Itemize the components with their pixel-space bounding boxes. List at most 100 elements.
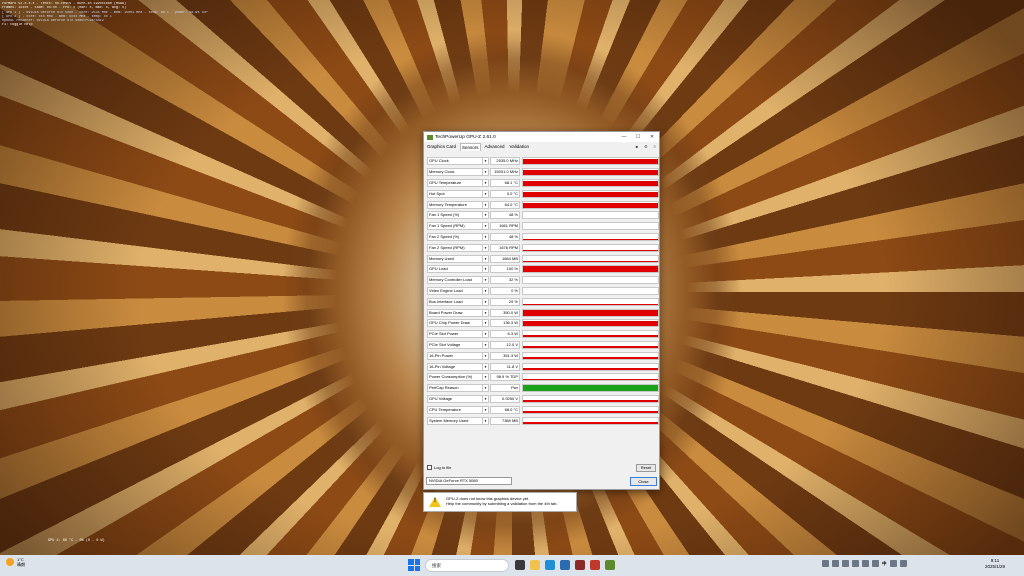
sensor-label[interactable]: Memory Clock — [427, 168, 483, 177]
volume-icon[interactable] — [899, 560, 907, 567]
maximize-button[interactable]: ☐ — [631, 134, 645, 140]
sensor-label[interactable]: PerfCap Reason — [427, 384, 483, 393]
sensor-value: 1676 RPM — [490, 243, 520, 252]
sensor-label[interactable]: PCIe Slot Voltage — [427, 340, 483, 349]
chevron-down-icon[interactable]: ▼ — [483, 384, 489, 393]
chevron-down-icon[interactable]: ▼ — [483, 351, 489, 360]
app-icon[interactable] — [575, 560, 585, 570]
title-bar[interactable]: TechPowerUp GPU-Z 2.61.0 — ☐ ✕ — [424, 132, 659, 142]
tray-icon[interactable] — [822, 560, 829, 567]
sensor-row: CPU Temperature ▼ 68.0 °C — [427, 404, 659, 415]
sensor-value: 64.0 °C — [490, 200, 520, 209]
taskbar-search[interactable]: 搜索 — [425, 559, 509, 572]
ime-indicator[interactable]: 中 — [882, 561, 887, 567]
sensor-label[interactable]: Fan 2 Speed (RPM) — [427, 243, 483, 252]
tray-icon[interactable] — [872, 560, 879, 567]
chevron-down-icon[interactable]: ▼ — [483, 405, 489, 414]
chevron-down-icon[interactable]: ▼ — [483, 243, 489, 252]
chevron-down-icon[interactable]: ▼ — [483, 200, 489, 209]
start-button[interactable] — [408, 559, 420, 571]
window-title: TechPowerUp GPU-Z 2.61.0 — [435, 134, 496, 140]
chevron-down-icon[interactable]: ▼ — [483, 168, 489, 177]
network-icon[interactable] — [889, 560, 897, 567]
sensor-graph — [522, 211, 659, 220]
chevron-down-icon[interactable]: ▼ — [483, 416, 489, 425]
sensor-label[interactable]: Hot Spot — [427, 189, 483, 198]
menu-icon[interactable]: ≡ — [654, 144, 656, 149]
close-window-button[interactable]: ✕ — [645, 134, 659, 140]
chevron-down-icon[interactable]: ▼ — [483, 373, 489, 382]
gpuz-taskbar-icon[interactable] — [605, 560, 615, 570]
sensor-label[interactable]: Video Engine Load — [427, 286, 483, 295]
chevron-down-icon[interactable]: ▼ — [483, 340, 489, 349]
sensor-label[interactable]: GPU Temperature — [427, 178, 483, 187]
sensor-label[interactable]: Bus Interface Load — [427, 297, 483, 306]
store-icon[interactable] — [560, 560, 570, 570]
sensor-label[interactable]: Fan 2 Speed (%) — [427, 232, 483, 241]
sensor-label[interactable]: Memory Temperature — [427, 200, 483, 209]
minimize-button[interactable]: — — [617, 134, 631, 140]
tray-icon[interactable] — [842, 560, 849, 567]
chevron-down-icon[interactable]: ▼ — [483, 330, 489, 339]
sensor-label[interactable]: Memory Controller Load — [427, 276, 483, 285]
sensor-label[interactable]: Fan 1 Speed (%) — [427, 211, 483, 220]
clock[interactable]: 9:11 2025/1/29 — [985, 558, 1005, 570]
chevron-down-icon[interactable]: ▼ — [483, 265, 489, 274]
tab-sensors[interactable]: Sensors — [460, 142, 481, 151]
tray-icon[interactable] — [862, 560, 869, 567]
chevron-down-icon[interactable]: ▼ — [483, 308, 489, 317]
sensor-label[interactable]: Fan 1 Speed (RPM) — [427, 222, 483, 231]
chevron-down-icon[interactable]: ▼ — [483, 362, 489, 371]
chevron-down-icon[interactable]: ▼ — [483, 232, 489, 241]
chevron-down-icon[interactable]: ▼ — [483, 211, 489, 220]
file-explorer-icon[interactable] — [530, 560, 540, 570]
taskbar: 1°C 晴朗 搜索 中 9:11 2025/1/29 — [0, 555, 1024, 576]
sensor-label[interactable]: GPU Clock — [427, 157, 483, 166]
task-view-icon[interactable] — [515, 560, 525, 570]
sensor-label[interactable]: PCIe Slot Power — [427, 330, 483, 339]
sensor-graph-fill — [523, 385, 658, 392]
checkbox-box[interactable] — [427, 465, 432, 470]
reset-button[interactable]: Reset — [636, 464, 656, 472]
screenshot-icon[interactable]: ■ — [636, 144, 638, 149]
chevron-down-icon[interactable]: ▼ — [483, 286, 489, 295]
sensor-label[interactable]: GPU Chip Power Draw — [427, 319, 483, 328]
sensor-graph — [522, 319, 659, 328]
chevron-down-icon[interactable]: ▼ — [483, 276, 489, 285]
tray-icon[interactable] — [852, 560, 859, 567]
sensor-label[interactable]: Board Power Draw — [427, 308, 483, 317]
tray-icon[interactable] — [832, 560, 839, 567]
sensor-value: 350.0 W — [490, 308, 520, 317]
sensor-label[interactable]: 16-Pin Voltage — [427, 362, 483, 371]
chevron-down-icon[interactable]: ▼ — [483, 157, 489, 166]
sensor-graph — [522, 200, 659, 209]
sensor-label[interactable]: GPU Voltage — [427, 394, 483, 403]
weather-widget[interactable]: 1°C 晴朗 — [6, 557, 25, 567]
tab-validation[interactable]: Validation — [509, 143, 530, 150]
sensor-value: 1684 MB — [490, 254, 520, 263]
unknown-device-notice[interactable]: ! GPU-Z does not know this graphics devi… — [423, 492, 577, 512]
settings-icon[interactable]: ⚙ — [644, 144, 648, 149]
chevron-down-icon[interactable]: ▼ — [483, 319, 489, 328]
sensor-value: 351.3 W — [490, 351, 520, 360]
sensor-label[interactable]: Memory Used — [427, 254, 483, 263]
chevron-down-icon[interactable]: ▼ — [483, 394, 489, 403]
furmark-icon[interactable] — [590, 560, 600, 570]
sensor-label[interactable]: CPU Temperature — [427, 405, 483, 414]
edge-icon[interactable] — [545, 560, 555, 570]
sensor-label[interactable]: GPU Load — [427, 265, 483, 274]
sensor-label[interactable]: System Memory Used — [427, 416, 483, 425]
gpu-select[interactable]: NVIDIA GeForce RTX 5080 — [426, 477, 512, 485]
sensor-row: GPU Voltage ▼ 0.9250 V — [427, 394, 659, 405]
tab-graphics-card[interactable]: Graphics Card — [426, 143, 457, 150]
chevron-down-icon[interactable]: ▼ — [483, 222, 489, 231]
chevron-down-icon[interactable]: ▼ — [483, 178, 489, 187]
sensor-label[interactable]: Power Consumption (%) — [427, 373, 483, 382]
chevron-down-icon[interactable]: ▼ — [483, 189, 489, 198]
chevron-down-icon[interactable]: ▼ — [483, 297, 489, 306]
close-button[interactable]: Close — [630, 477, 657, 486]
tab-advanced[interactable]: Advanced — [484, 143, 506, 150]
sensor-label[interactable]: 16-Pin Power — [427, 351, 483, 360]
log-to-file-checkbox[interactable]: Log to file — [427, 465, 451, 470]
chevron-down-icon[interactable]: ▼ — [483, 254, 489, 263]
